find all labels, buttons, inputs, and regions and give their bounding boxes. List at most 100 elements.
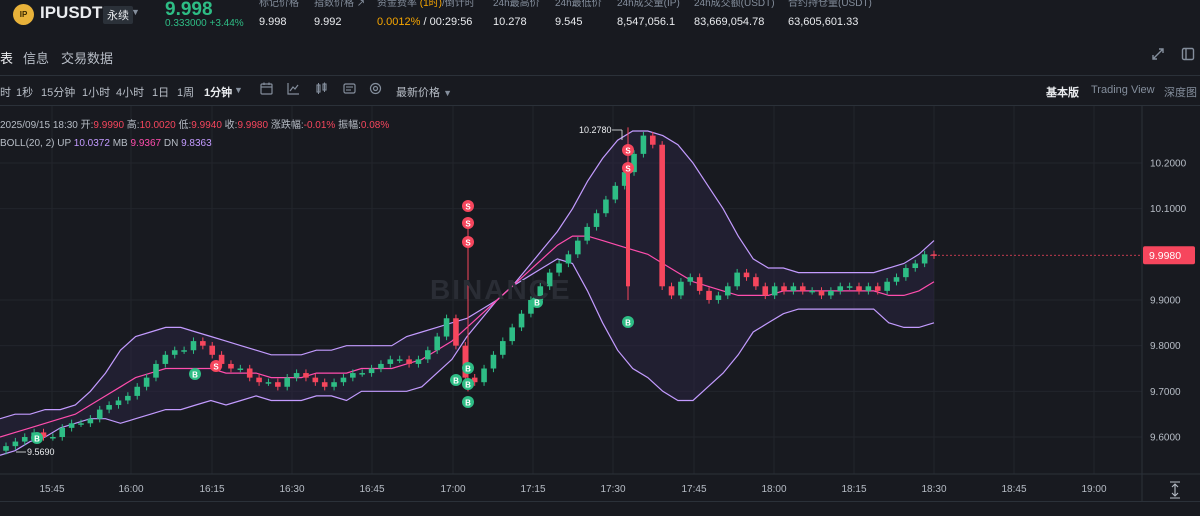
- time-tick-label: 18:30: [921, 484, 946, 495]
- symbol-dropdown-caret-icon[interactable]: ▼: [131, 7, 140, 17]
- marker-text: S: [625, 147, 631, 156]
- chart-tabs: 表 信息 交易数据: [0, 38, 1200, 76]
- timeframe-hour[interactable]: 时: [0, 84, 11, 100]
- marker-text: S: [465, 239, 471, 248]
- stat-label: 24h成交量(IP): [617, 0, 680, 9]
- candle-body: [368, 368, 375, 374]
- chart-canvas[interactable]: BBBBBBBBSSSSSS10.27809.569010.200010.100…: [0, 106, 1200, 501]
- candle-body: [593, 213, 600, 227]
- candle-body: [125, 395, 131, 401]
- layout-icon[interactable]: [1179, 47, 1197, 65]
- candle-body: [396, 359, 403, 361]
- stat-label[interactable]: 指数价格 ↗: [314, 0, 365, 9]
- marker-text: B: [465, 381, 471, 390]
- stat-value: 9.992: [314, 16, 342, 28]
- funding-rate: 0.0012%: [377, 16, 421, 28]
- timeframe-1s[interactable]: 1秒: [16, 84, 33, 100]
- tab-trading-data[interactable]: 交易数据: [61, 48, 113, 67]
- price-change-abs: 0.333000: [165, 18, 207, 29]
- candle-body: [865, 286, 872, 291]
- stat-value: 9.545: [555, 16, 583, 28]
- candle-body: [612, 185, 619, 200]
- stat-value: 0.0012% / 00:29:56: [377, 16, 472, 28]
- price-tick-label: 10.1000: [1150, 204, 1187, 215]
- time-tick-label: 16:15: [199, 484, 224, 495]
- price-type-label[interactable]: 最新价格: [396, 87, 440, 99]
- candle-body: [50, 437, 56, 439]
- time-tick-label: 18:45: [1001, 484, 1026, 495]
- candle-body: [59, 427, 66, 437]
- min-price-label: 9.5690: [27, 447, 55, 457]
- candle-body: [78, 423, 84, 425]
- legend-open-label: 开:: [80, 120, 94, 131]
- tab-info[interactable]: 信息: [23, 48, 49, 67]
- max-price-label: 10.2780: [579, 125, 612, 135]
- candle-body: [500, 341, 506, 355]
- legend-low: 9.9940: [191, 120, 222, 131]
- legend-close: 9.9980: [237, 120, 269, 131]
- timeframe-1m-active[interactable]: 1分钟: [204, 84, 232, 100]
- price-type-caret-icon[interactable]: ▼: [443, 88, 452, 98]
- chart-type-icon[interactable]: [313, 82, 329, 98]
- legend-chg-label: 涨跌幅:: [270, 120, 304, 131]
- candle-body: [303, 373, 309, 378]
- marker-text: S: [213, 363, 219, 372]
- candle-body: [190, 341, 197, 351]
- candle-body: [153, 363, 159, 378]
- candle-body: [181, 350, 187, 352]
- time-tick-label: 18:15: [841, 484, 866, 495]
- boll-dn-label: DN: [163, 138, 179, 149]
- candle-body: [724, 286, 731, 296]
- view-depth[interactable]: 深度图: [1164, 84, 1197, 100]
- template-icon[interactable]: [341, 82, 357, 98]
- timeframe-4h[interactable]: 4小时: [116, 84, 144, 100]
- candlestick-chart[interactable]: B B B B B B B B S S S S S S 10.2780 9.5690 10.2000 10.100…: [0, 106, 1200, 501]
- tab-chart[interactable]: 表: [0, 48, 13, 67]
- candle-body: [706, 290, 712, 300]
- price-tick-label: 9.7000: [1150, 387, 1181, 398]
- candle-body: [565, 254, 572, 264]
- time-tick-label: 16:00: [118, 484, 143, 495]
- view-basic[interactable]: 基本版: [1046, 84, 1079, 100]
- legend-high-label: 高:: [126, 120, 140, 131]
- indicator-icon[interactable]: [285, 82, 301, 98]
- candle-body: [903, 268, 909, 278]
- legend-close-label: 收:: [224, 120, 238, 131]
- marker-text: B: [192, 371, 198, 380]
- symbol-title[interactable]: IPUSDT: [40, 3, 102, 23]
- calendar-icon[interactable]: [258, 82, 274, 98]
- candle-body: [715, 295, 722, 300]
- marker-text: B: [34, 435, 40, 444]
- time-tick-label: 17:45: [681, 484, 706, 495]
- stat-label: 24h最高价: [493, 0, 540, 9]
- timeframe-1w[interactable]: 1周: [177, 84, 194, 100]
- legend-open: 9.9990: [93, 120, 125, 131]
- boll-up-label: UP: [57, 138, 71, 149]
- candle-body: [696, 277, 703, 291]
- expand-icon[interactable]: [1149, 47, 1167, 65]
- view-tradingview[interactable]: Trading View: [1091, 84, 1155, 96]
- timeframe-1h[interactable]: 1小时: [82, 84, 110, 100]
- candle-body: [509, 327, 515, 342]
- candle-body: [640, 135, 647, 154]
- candle-body: [659, 144, 665, 287]
- candle-body: [209, 345, 216, 355]
- candle-body: [921, 254, 928, 264]
- candle-body: [200, 341, 206, 346]
- price-type-select[interactable]: 最新价格 ▼: [396, 84, 452, 100]
- timeframe-dropdown-icon[interactable]: ▼: [234, 85, 243, 95]
- candle-body: [781, 286, 787, 291]
- candle-body: [265, 382, 272, 384]
- candle-body: [837, 286, 844, 291]
- candle-body: [481, 368, 487, 383]
- time-tick-label: 16:45: [359, 484, 384, 495]
- candle-body: [415, 359, 422, 364]
- legend-datetime: 2025/09/15 18:30: [0, 120, 78, 131]
- bottom-bar: [0, 501, 1200, 516]
- settings-icon[interactable]: [367, 82, 383, 98]
- timeframe-1d[interactable]: 1日: [152, 84, 169, 100]
- candle-body: [603, 199, 609, 214]
- stat-value: 10.278: [493, 16, 527, 28]
- timeframe-15m[interactable]: 15分钟: [41, 84, 75, 100]
- candle-body: [884, 281, 890, 291]
